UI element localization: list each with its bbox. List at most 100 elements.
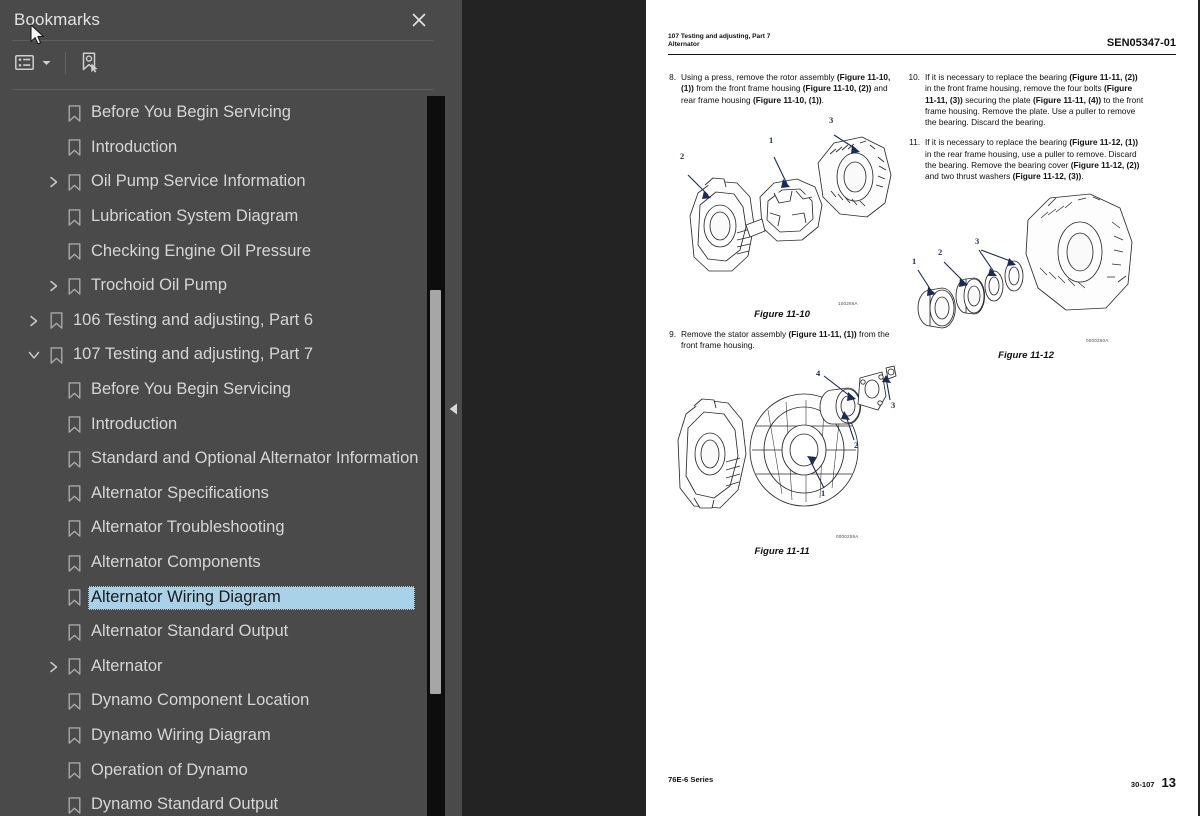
close-icon[interactable]	[407, 8, 431, 32]
figure-11-10-callout-1: 1	[769, 134, 774, 145]
bookmark-item-label: Lubrication System Diagram	[91, 207, 299, 226]
bookmarks-scrollbar[interactable]	[427, 96, 445, 816]
bookmark-item[interactable]: Checking Engine Oil Pressure	[0, 234, 427, 269]
bookmark-item-label: Alternator	[91, 656, 163, 675]
bookmark-item-label: 106 Testing and adjusting, Part 6	[73, 310, 314, 329]
document-step: 11. If it is necessary to replace the bea…	[908, 137, 1144, 182]
step-text: Remove the stator assembly (Figure 11-11…	[681, 328, 890, 351]
step-list-left-bottom: 9. Remove the stator assembly (Figure 11-…	[664, 329, 900, 352]
figure-11-12-callout-3: 3	[975, 235, 980, 246]
bookmark-item-label: Checking Engine Oil Pressure	[91, 241, 312, 260]
footer-series: 76E-6 Series	[668, 775, 714, 784]
footer-section: 30-107	[1130, 780, 1155, 789]
list-options-icon[interactable]	[12, 49, 37, 77]
bookmark-item[interactable]: 107 Testing and adjusting, Part 7	[0, 338, 427, 373]
chevron-right-icon[interactable]	[46, 278, 62, 294]
bookmark-item[interactable]: Standard and Optional Alternator Informa…	[0, 442, 427, 477]
figure-11-10-callout-3: 3	[829, 114, 834, 125]
figure-11-12-caption: Figure 11-12	[998, 349, 1054, 361]
header-rule	[668, 53, 1176, 55]
bookmark-item[interactable]: Alternator Standard Output	[0, 615, 427, 650]
panel-splitter[interactable]	[445, 0, 462, 816]
bookmark-item-label: Alternator Wiring Diagram	[88, 585, 415, 610]
bookmarks-tree[interactable]: Before You Begin Servicing Introduction Oi…	[0, 96, 427, 816]
bookmark-icon	[66, 658, 82, 676]
step-number: 8.	[669, 72, 676, 82]
step-list-left-top: 8. Using a press, remove the rotor assemb…	[664, 72, 900, 106]
chevron-right-icon[interactable]	[46, 659, 62, 675]
figure-11-11-callout-2: 2	[854, 440, 859, 451]
bookmark-icon	[66, 173, 82, 191]
step-number: 11.	[909, 137, 920, 148]
bookmark-icon	[66, 139, 82, 157]
step-text: If it is necessary to replace the bearin…	[925, 137, 1140, 182]
bookmark-item-label: Dynamo Component Location	[91, 691, 310, 710]
figure-11-10: 2 1 3 100266A Figure 11-10	[664, 115, 900, 323]
figure-11-12-callout-2: 2	[938, 246, 943, 257]
bookmark-item-label: Before You Begin Servicing	[91, 103, 291, 122]
pdf-viewer[interactable]: 107 Testing and adjusting, Part 7 Altern…	[462, 0, 1200, 816]
bookmark-item[interactable]: Dynamo Component Location	[0, 684, 427, 719]
bookmark-item[interactable]: Dynamo Standard Output	[0, 788, 427, 816]
bookmark-icon	[66, 381, 82, 399]
chevron-down-icon[interactable]	[39, 49, 54, 77]
bookmark-item[interactable]: Alternator Troubleshooting	[0, 511, 427, 546]
bookmarks-panel: Bookmarks Before You Begin Servicing Int…	[0, 0, 445, 816]
bookmark-item-label: Alternator Components	[91, 553, 261, 572]
figure-11-11-caption: Figure 11-11	[754, 546, 810, 558]
chevron-right-icon[interactable]	[26, 313, 42, 329]
figure-11-11-callout-4: 4	[816, 368, 821, 379]
bookmark-icon	[66, 519, 82, 537]
bookmark-icon	[66, 450, 82, 468]
document-step: 9. Remove the stator assembly (Figure 11-…	[664, 329, 900, 352]
bookmark-item-label: Trochoid Oil Pump	[91, 276, 228, 295]
document-header-line1: 107 Testing and adjusting, Part 7	[668, 33, 771, 40]
bookmark-item[interactable]: Alternator Components	[0, 546, 427, 581]
bookmark-item-label: Operation of Dynamo	[91, 760, 248, 779]
bookmark-item[interactable]: Oil Pump Service Information	[0, 165, 427, 200]
bookmark-item[interactable]: Introduction	[0, 407, 427, 442]
bookmark-icon	[66, 277, 82, 295]
bookmark-item[interactable]: Alternator	[0, 650, 427, 685]
step-text: Using a press, remove the rotor assembly…	[681, 72, 891, 105]
bookmark-item-label: 107 Testing and adjusting, Part 7	[73, 345, 314, 364]
bookmarks-scrollbar-thumb[interactable]	[430, 290, 441, 694]
document-footer: 76E-6 Series 30-107 13	[668, 772, 1176, 790]
chevron-right-icon[interactable]	[46, 174, 62, 190]
bookmark-item[interactable]: Operation of Dynamo	[0, 753, 427, 788]
bookmark-item[interactable]: Alternator Specifications	[0, 477, 427, 512]
bookmark-item-label: Alternator Troubleshooting	[91, 518, 285, 537]
bookmark-icon	[66, 554, 82, 572]
bookmark-item[interactable]: Alternator Wiring Diagram	[0, 580, 427, 615]
app-window: Bookmarks Before You Begin Servicing Int…	[0, 0, 1200, 816]
document-header-line2: Alternator	[668, 41, 700, 49]
figure-11-12-callout-1: 1	[912, 255, 917, 266]
bookmark-item[interactable]: Trochoid Oil Pump	[0, 269, 427, 304]
bookmark-icon	[66, 104, 82, 122]
bookmark-item[interactable]: Before You Begin Servicing	[0, 373, 427, 408]
document-right-column: 10. If it is necessary to replace the bea…	[908, 72, 1144, 382]
bookmark-item[interactable]: Before You Begin Servicing	[0, 96, 427, 131]
figure-11-11-callout-3: 3	[891, 400, 896, 411]
document-header-left: 107 Testing and adjusting, Part 7 Altern…	[668, 33, 770, 50]
new-bookmark-icon[interactable]	[77, 49, 103, 77]
bookmark-item[interactable]: Introduction	[0, 131, 427, 166]
bookmark-item-label: Introduction	[91, 137, 178, 156]
bookmark-icon	[66, 485, 82, 503]
toolbar-separator	[65, 51, 66, 74]
collapse-left-icon[interactable]	[449, 402, 458, 415]
toolbar-divider	[12, 89, 433, 90]
bookmark-icon	[66, 692, 82, 710]
bookmark-item[interactable]: Lubrication System Diagram	[0, 200, 427, 235]
bookmark-icon	[66, 416, 82, 434]
bookmark-item-label: Introduction	[91, 414, 178, 433]
figure-11-10-callout-2: 2	[680, 150, 685, 161]
document-header-right: SEN05347-01	[1106, 37, 1176, 49]
bookmark-item[interactable]: 106 Testing and adjusting, Part 6	[0, 304, 427, 339]
chevron-down-icon[interactable]	[26, 347, 42, 363]
bookmarks-toolbar	[0, 40, 445, 85]
step-text: If it is necessary to replace the bearin…	[925, 72, 1144, 128]
figure-11-11-code: 0000259A	[836, 534, 859, 540]
bookmark-item[interactable]: Dynamo Wiring Diagram	[0, 719, 427, 754]
bookmark-item-label: Dynamo Standard Output	[91, 795, 279, 814]
